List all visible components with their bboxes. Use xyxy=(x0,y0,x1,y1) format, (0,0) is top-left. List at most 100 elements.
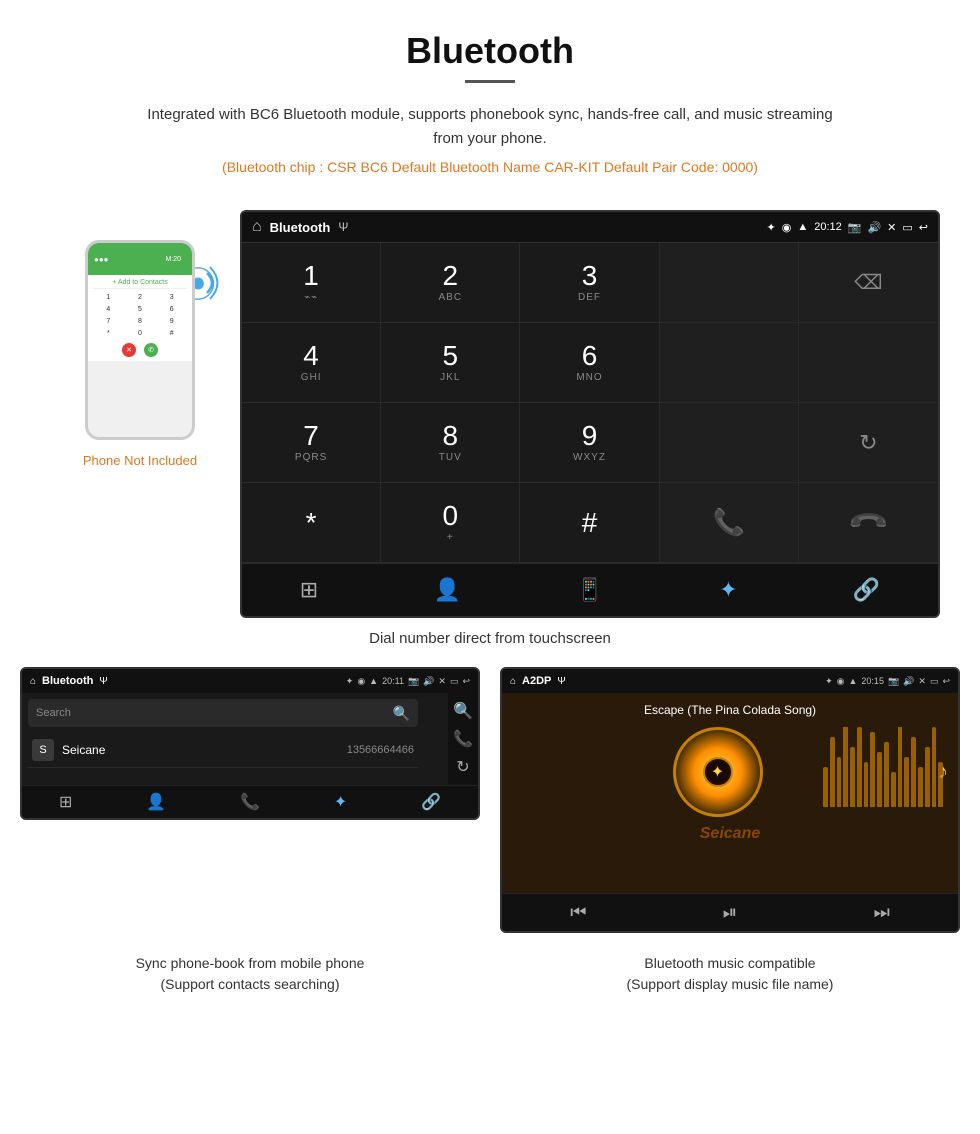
prev-track-icon[interactable]: ⏮ xyxy=(570,902,586,923)
close-icon[interactable]: ✕ xyxy=(887,221,896,234)
pb-time: 20:11 xyxy=(382,676,404,687)
back-icon[interactable]: ↩ xyxy=(919,221,928,234)
phonebook-caption: Sync phone-book from mobile phone(Suppor… xyxy=(20,953,480,995)
home-icon[interactable]: ⌂ xyxy=(252,218,262,236)
status-bar-right: ✦ ◉ ▲ 20:12 📷 🔊 ✕ ▭ ↩ xyxy=(767,221,929,234)
pb-grid-icon[interactable]: ⊞ xyxy=(59,792,72,812)
album-disc: ✦ xyxy=(673,727,763,817)
dial-screen-title: Bluetooth xyxy=(270,220,331,235)
search-bar[interactable]: Search 🔍 xyxy=(28,699,418,727)
phonebook-side-icons: 🔍 📞 ↻ xyxy=(448,693,478,785)
ms-vol-icon: 🔊 xyxy=(903,676,914,687)
dial-key-4[interactable]: 4 GHI xyxy=(242,323,381,403)
phone-mock-screen: ●●● M:20 xyxy=(88,243,192,275)
pb-close-icon[interactable]: ✕ xyxy=(438,676,446,687)
dial-key-2[interactable]: 2 ABC xyxy=(381,243,520,323)
eq-bar-2 xyxy=(830,737,835,807)
pb-contacts-icon[interactable]: 👤 xyxy=(146,792,166,812)
contact-row[interactable]: S Seicane 13566664466 xyxy=(28,733,418,768)
dial-key-5[interactable]: 5 JKL xyxy=(381,323,520,403)
eq-bar-8 xyxy=(870,732,875,807)
music-status-right: ✦ ◉ ▲ 20:15 📷 🔊 ✕ ▭ ↩ xyxy=(825,676,950,687)
dial-refresh[interactable]: ↻ xyxy=(799,403,938,483)
phone-icon[interactable]: 📱 xyxy=(561,572,618,608)
side-phone-icon[interactable]: 📞 xyxy=(453,729,473,749)
dial-endcall[interactable]: 📞 xyxy=(799,483,938,563)
ms-close-icon[interactable]: ✕ xyxy=(918,676,926,687)
eq-bar-6 xyxy=(857,727,862,807)
dial-key-7[interactable]: 7 PQRS xyxy=(242,403,381,483)
side-search-icon[interactable]: 🔍 xyxy=(453,701,473,721)
time-display: 20:12 xyxy=(814,221,842,233)
play-pause-icon[interactable]: ⏯ xyxy=(723,902,737,923)
dial-key-1[interactable]: 1 ⌁⌁ xyxy=(242,243,381,323)
dial-key-6[interactable]: 6 MNO xyxy=(520,323,659,403)
grid-icon[interactable]: ⊞ xyxy=(285,572,333,608)
refresh-icon: ↻ xyxy=(859,430,877,456)
bottom-captions: Sync phone-book from mobile phone(Suppor… xyxy=(0,953,980,1015)
next-track-icon[interactable]: ⏭ xyxy=(874,902,890,923)
phonebook-bottom-bar: ⊞ 👤 📞 ✦ 🔗 xyxy=(22,785,478,818)
bottom-screens: ⌂ Bluetooth Ψ ✦ ◉ ▲ 20:11 📷 🔊 ✕ ▭ ↩ xyxy=(0,667,980,933)
dial-backspace[interactable]: ⌫ xyxy=(799,243,938,323)
dial-screen: ⌂ Bluetooth Ψ ✦ ◉ ▲ 20:12 📷 🔊 ✕ ▭ ↩ 1 ⌁⌁ xyxy=(240,210,940,618)
phonebook-status-right: ✦ ◉ ▲ 20:11 📷 🔊 ✕ ▭ ↩ xyxy=(346,676,470,687)
volume-icon: 🔊 xyxy=(867,221,881,234)
phone-add-contact: + Add to Contacts xyxy=(93,279,187,289)
title-underline xyxy=(465,80,515,83)
eq-bar-16 xyxy=(925,747,930,807)
ms-back-icon[interactable]: ↩ xyxy=(942,676,950,687)
page-description: Integrated with BC6 Bluetooth module, su… xyxy=(140,103,840,151)
eq-bar-11 xyxy=(891,772,896,807)
contacts-icon[interactable]: 👤 xyxy=(419,572,476,608)
pb-bt-icon: ✦ xyxy=(346,676,354,687)
phone-dialpad: 123 456 789 *0# xyxy=(93,292,187,339)
link-icon[interactable]: 🔗 xyxy=(838,572,895,608)
eq-bar-5 xyxy=(850,747,855,807)
dial-display xyxy=(660,243,799,323)
pb-win-icon: ▭ xyxy=(450,676,459,687)
disc-inner: ✦ xyxy=(703,757,733,787)
dial-key-hash[interactable]: # xyxy=(520,483,659,563)
pb-bt-bottom-icon[interactable]: ✦ xyxy=(334,792,347,812)
pb-phone-bottom-icon[interactable]: 📞 xyxy=(240,792,260,812)
eq-bar-15 xyxy=(918,767,923,807)
contact-letter: S xyxy=(32,739,54,761)
pb-link-icon[interactable]: 🔗 xyxy=(421,792,441,812)
location-icon: ◉ xyxy=(782,221,792,234)
phonebook-screen: ⌂ Bluetooth Ψ ✦ ◉ ▲ 20:11 📷 🔊 ✕ ▭ ↩ xyxy=(20,667,480,820)
music-title: A2DP xyxy=(522,675,551,687)
music-wrap: ⌂ A2DP Ψ ✦ ◉ ▲ 20:15 📷 🔊 ✕ ▭ ↩ E xyxy=(500,667,960,933)
call-icon: 📞 xyxy=(713,507,745,538)
phone-not-included-label: Phone Not Included xyxy=(40,453,240,468)
pb-loc-icon: ◉ xyxy=(357,676,365,687)
ms-bt-icon: ✦ xyxy=(825,676,833,687)
eq-bar-9 xyxy=(877,752,882,807)
phonebook-title: Bluetooth xyxy=(42,675,93,687)
music-content: Escape (The Pina Colada Song) ✦ ♪ xyxy=(502,693,958,893)
eq-bar-1 xyxy=(823,767,828,807)
bluetooth-specs: (Bluetooth chip : CSR BC6 Default Blueto… xyxy=(20,159,960,175)
music-home-icon[interactable]: ⌂ xyxy=(510,676,516,687)
dial-key-0[interactable]: 0 + xyxy=(381,483,520,563)
eq-bar-12 xyxy=(898,727,903,807)
search-icon[interactable]: 🔍 xyxy=(393,705,410,722)
phonebook-home-icon[interactable]: ⌂ xyxy=(30,676,36,687)
dial-key-8[interactable]: 8 TUV xyxy=(381,403,520,483)
page-header: Bluetooth Integrated with BC6 Bluetooth … xyxy=(0,0,980,210)
dial-key-star[interactable]: * xyxy=(242,483,381,563)
dial-call[interactable]: 📞 xyxy=(660,483,799,563)
bluetooth-bottom-icon[interactable]: ✦ xyxy=(704,572,752,608)
pb-vol-icon: 🔊 xyxy=(423,676,434,687)
status-bar-left: ⌂ Bluetooth Ψ xyxy=(252,218,348,236)
dial-empty-1 xyxy=(660,323,799,403)
window-icon: ▭ xyxy=(902,221,912,234)
dial-key-3[interactable]: 3 DEF xyxy=(520,243,659,323)
music-status-bar: ⌂ A2DP Ψ ✦ ◉ ▲ 20:15 📷 🔊 ✕ ▭ ↩ xyxy=(502,669,958,693)
phonebook-usb-icon: Ψ xyxy=(99,676,107,687)
pb-back-icon[interactable]: ↩ xyxy=(462,676,470,687)
main-section: ⦿ ●●● M:20 + Add to Contacts 123 456 xyxy=(0,210,980,618)
eq-bars xyxy=(818,727,948,817)
dial-key-9[interactable]: 9 WXYZ xyxy=(520,403,659,483)
side-refresh-icon[interactable]: ↻ xyxy=(456,757,469,777)
